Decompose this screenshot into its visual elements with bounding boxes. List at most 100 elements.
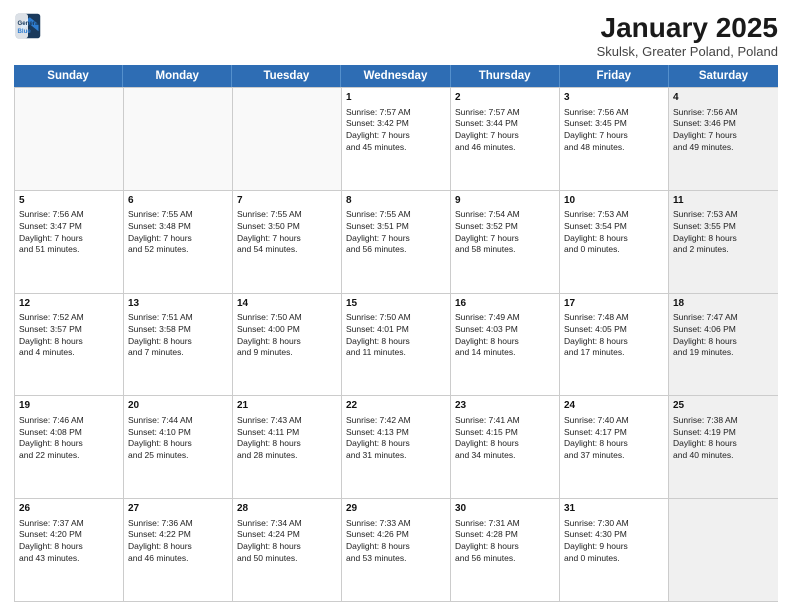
day-number: 14	[237, 297, 337, 311]
day-info: Sunrise: 7:47 AM Sunset: 4:06 PM Dayligh…	[673, 312, 774, 359]
day-cell-2: 2 Sunrise: 7:57 AM Sunset: 3:44 PM Daylig…	[451, 88, 560, 190]
day-info: Sunrise: 7:44 AM Sunset: 4:10 PM Dayligh…	[128, 415, 228, 462]
day-number: 26	[19, 502, 119, 516]
day-info: Sunrise: 7:43 AM Sunset: 4:11 PM Dayligh…	[237, 415, 337, 462]
week-3: 12Sunrise: 7:52 AM Sunset: 3:57 PM Dayli…	[15, 293, 778, 396]
day-cell-1: 1Sunrise: 7:57 AM Sunset: 3:42 PM Daylig…	[342, 88, 451, 190]
day-info: Sunrise: 7:52 AM Sunset: 3:57 PM Dayligh…	[19, 312, 119, 359]
day-number: 11	[673, 194, 774, 208]
day-cell-22: 22Sunrise: 7:42 AM Sunset: 4:13 PM Dayli…	[342, 396, 451, 498]
day-info: Sunrise: 7:54 AM Sunset: 3:52 PM Dayligh…	[455, 209, 555, 256]
day-info: Sunrise: 7:37 AM Sunset: 4:20 PM Dayligh…	[19, 518, 119, 565]
empty-cell-w0c1	[124, 88, 233, 190]
day-cell-8: 8Sunrise: 7:55 AM Sunset: 3:51 PM Daylig…	[342, 191, 451, 293]
day-cell-21: 21 Sunrise: 7:43 AM Sunset: 4:11 PM Dayli…	[233, 396, 342, 498]
title-block: January 2025 Skulsk, Greater Poland, Pol…	[597, 12, 778, 59]
day-number: 21	[237, 399, 337, 413]
day-info: Sunrise: 7:53 AM Sunset: 3:55 PM Dayligh…	[673, 209, 774, 256]
day-cell-25: 25Sunrise: 7:38 AM Sunset: 4:19 PM Dayli…	[669, 396, 778, 498]
header-day-friday: Friday	[560, 65, 669, 87]
day-number: 20	[128, 399, 228, 413]
week-1: 1Sunrise: 7:57 AM Sunset: 3:42 PM Daylig…	[15, 87, 778, 190]
day-info: Sunrise: 7:31 AM Sunset: 4:28 PM Dayligh…	[455, 518, 555, 565]
day-cell-30: 30 Sunrise: 7:31 AM Sunset: 4:28 PM Dayli…	[451, 499, 560, 601]
day-number: 2	[455, 91, 555, 105]
calendar: SundayMondayTuesdayWednesdayThursdayFrid…	[14, 65, 778, 602]
day-cell-12: 12Sunrise: 7:52 AM Sunset: 3:57 PM Dayli…	[15, 294, 124, 396]
week-5: 26 Sunrise: 7:37 AM Sunset: 4:20 PM Dayli…	[15, 498, 778, 601]
day-cell-27: 27 Sunrise: 7:36 AM Sunset: 4:22 PM Dayli…	[124, 499, 233, 601]
day-info: Sunrise: 7:53 AM Sunset: 3:54 PM Dayligh…	[564, 209, 664, 256]
day-cell-5: 5Sunrise: 7:56 AM Sunset: 3:47 PM Daylig…	[15, 191, 124, 293]
day-info: Sunrise: 7:51 AM Sunset: 3:58 PM Dayligh…	[128, 312, 228, 359]
day-info: Sunrise: 7:56 AM Sunset: 3:45 PM Dayligh…	[564, 107, 664, 154]
day-cell-3: 3 Sunrise: 7:56 AM Sunset: 3:45 PM Daylig…	[560, 88, 669, 190]
header-day-tuesday: Tuesday	[232, 65, 341, 87]
calendar-title: January 2025	[597, 12, 778, 44]
day-info: Sunrise: 7:56 AM Sunset: 3:47 PM Dayligh…	[19, 209, 119, 256]
day-number: 6	[128, 194, 228, 208]
header: General Blue January 2025 Skulsk, Greate…	[14, 12, 778, 59]
day-info: Sunrise: 7:57 AM Sunset: 3:44 PM Dayligh…	[455, 107, 555, 154]
svg-text:General: General	[18, 20, 41, 27]
day-number: 27	[128, 502, 228, 516]
day-number: 12	[19, 297, 119, 311]
day-number: 9	[455, 194, 555, 208]
day-info: Sunrise: 7:41 AM Sunset: 4:15 PM Dayligh…	[455, 415, 555, 462]
day-number: 23	[455, 399, 555, 413]
day-cell-9: 9Sunrise: 7:54 AM Sunset: 3:52 PM Daylig…	[451, 191, 560, 293]
day-number: 7	[237, 194, 337, 208]
day-cell-15: 15Sunrise: 7:50 AM Sunset: 4:01 PM Dayli…	[342, 294, 451, 396]
day-info: Sunrise: 7:55 AM Sunset: 3:48 PM Dayligh…	[128, 209, 228, 256]
header-day-sunday: Sunday	[14, 65, 123, 87]
day-info: Sunrise: 7:40 AM Sunset: 4:17 PM Dayligh…	[564, 415, 664, 462]
day-cell-11: 11Sunrise: 7:53 AM Sunset: 3:55 PM Dayli…	[669, 191, 778, 293]
day-number: 3	[564, 91, 664, 105]
day-number: 22	[346, 399, 446, 413]
empty-cell-w0c2	[233, 88, 342, 190]
page: General Blue January 2025 Skulsk, Greate…	[0, 0, 792, 612]
day-cell-24: 24Sunrise: 7:40 AM Sunset: 4:17 PM Dayli…	[560, 396, 669, 498]
day-cell-26: 26 Sunrise: 7:37 AM Sunset: 4:20 PM Dayli…	[15, 499, 124, 601]
day-number: 10	[564, 194, 664, 208]
day-cell-10: 10Sunrise: 7:53 AM Sunset: 3:54 PM Dayli…	[560, 191, 669, 293]
header-day-thursday: Thursday	[451, 65, 560, 87]
day-cell-31: 31 Sunrise: 7:30 AM Sunset: 4:30 PM Dayli…	[560, 499, 669, 601]
day-info: Sunrise: 7:30 AM Sunset: 4:30 PM Dayligh…	[564, 518, 664, 565]
day-info: Sunrise: 7:55 AM Sunset: 3:51 PM Dayligh…	[346, 209, 446, 256]
day-cell-29: 29 Sunrise: 7:33 AM Sunset: 4:26 PM Dayli…	[342, 499, 451, 601]
day-cell-17: 17Sunrise: 7:48 AM Sunset: 4:05 PM Dayli…	[560, 294, 669, 396]
day-info: Sunrise: 7:50 AM Sunset: 4:00 PM Dayligh…	[237, 312, 337, 359]
day-number: 4	[673, 91, 774, 105]
empty-cell-w0c0	[15, 88, 124, 190]
day-info: Sunrise: 7:38 AM Sunset: 4:19 PM Dayligh…	[673, 415, 774, 462]
day-cell-6: 6Sunrise: 7:55 AM Sunset: 3:48 PM Daylig…	[124, 191, 233, 293]
logo-icon: General Blue	[14, 12, 42, 40]
day-number: 29	[346, 502, 446, 516]
day-info: Sunrise: 7:49 AM Sunset: 4:03 PM Dayligh…	[455, 312, 555, 359]
week-2: 5Sunrise: 7:56 AM Sunset: 3:47 PM Daylig…	[15, 190, 778, 293]
day-cell-20: 20 Sunrise: 7:44 AM Sunset: 4:10 PM Dayli…	[124, 396, 233, 498]
day-cell-23: 23 Sunrise: 7:41 AM Sunset: 4:15 PM Dayli…	[451, 396, 560, 498]
day-info: Sunrise: 7:46 AM Sunset: 4:08 PM Dayligh…	[19, 415, 119, 462]
day-cell-28: 28Sunrise: 7:34 AM Sunset: 4:24 PM Dayli…	[233, 499, 342, 601]
day-info: Sunrise: 7:33 AM Sunset: 4:26 PM Dayligh…	[346, 518, 446, 565]
day-number: 30	[455, 502, 555, 516]
empty-cell-w4c6	[669, 499, 778, 601]
day-number: 31	[564, 502, 664, 516]
week-4: 19Sunrise: 7:46 AM Sunset: 4:08 PM Dayli…	[15, 395, 778, 498]
day-info: Sunrise: 7:48 AM Sunset: 4:05 PM Dayligh…	[564, 312, 664, 359]
logo: General Blue	[14, 12, 42, 40]
day-cell-18: 18Sunrise: 7:47 AM Sunset: 4:06 PM Dayli…	[669, 294, 778, 396]
day-cell-7: 7Sunrise: 7:55 AM Sunset: 3:50 PM Daylig…	[233, 191, 342, 293]
day-info: Sunrise: 7:50 AM Sunset: 4:01 PM Dayligh…	[346, 312, 446, 359]
day-info: Sunrise: 7:36 AM Sunset: 4:22 PM Dayligh…	[128, 518, 228, 565]
day-number: 13	[128, 297, 228, 311]
day-cell-16: 16Sunrise: 7:49 AM Sunset: 4:03 PM Dayli…	[451, 294, 560, 396]
day-cell-4: 4Sunrise: 7:56 AM Sunset: 3:46 PM Daylig…	[669, 88, 778, 190]
svg-text:Blue: Blue	[18, 28, 32, 35]
header-day-wednesday: Wednesday	[341, 65, 450, 87]
day-number: 5	[19, 194, 119, 208]
calendar-body: 1Sunrise: 7:57 AM Sunset: 3:42 PM Daylig…	[14, 87, 778, 602]
day-cell-13: 13Sunrise: 7:51 AM Sunset: 3:58 PM Dayli…	[124, 294, 233, 396]
